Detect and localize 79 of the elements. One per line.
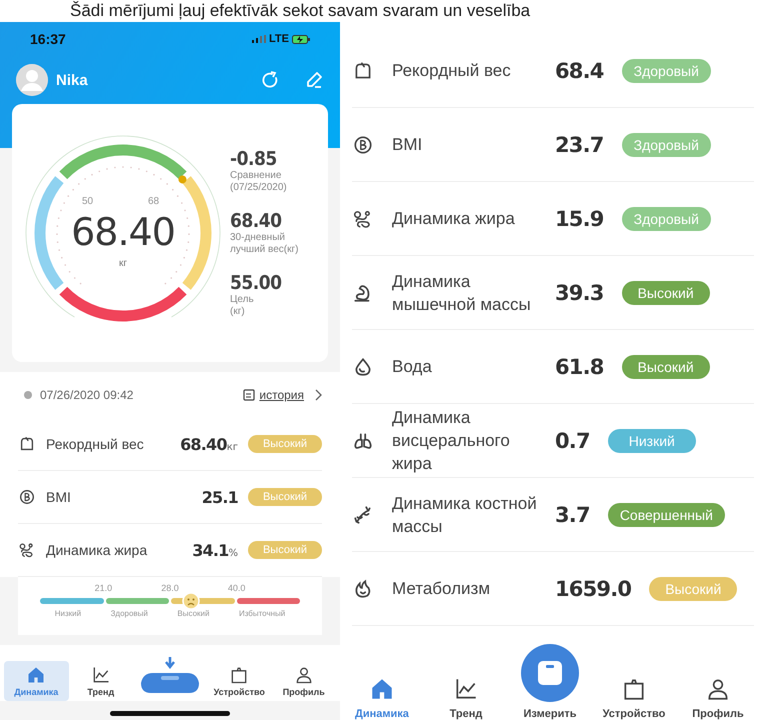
chevron-icon[interactable] [314, 389, 322, 401]
person-icon [294, 665, 314, 685]
caption-text: Šādi mērījumi ļauj efektīvāk sekot savam svaram un veselība [69, 0, 532, 22]
status-badge: Здоровый [622, 132, 711, 156]
metric-value: 68.4 [555, 58, 604, 82]
nav-tab[interactable]: Тренд [68, 661, 133, 701]
status-badge: Здоровый [622, 206, 711, 230]
nav-tab[interactable]: Устройство [592, 676, 676, 720]
status-time: 16:37 [30, 31, 66, 47]
stat-value: 68.40 [230, 210, 283, 232]
range-label: Избыточный [238, 609, 286, 618]
stat-label: Сравнение (07/25/2020) [230, 170, 288, 194]
weight-unit: кг [118, 258, 128, 269]
status-badge: Высокий [248, 488, 322, 506]
metric-value: 34.1% [192, 540, 238, 560]
status-badge: Высокий [622, 280, 710, 304]
stat-label: Цель (кг) [230, 294, 255, 318]
range-tick: 21.0 [94, 583, 112, 593]
status-badge: Низкий [608, 428, 696, 452]
metric-value: 68.40кг [180, 434, 238, 454]
status-badge: Высокий [248, 435, 322, 453]
metric-name: BMI [46, 489, 72, 505]
range-label: Высокий [177, 609, 210, 618]
clock-icon [24, 391, 32, 399]
weight-icon [18, 435, 36, 453]
metric-value: 15.9 [555, 206, 604, 230]
scale-label: 68 [148, 196, 160, 207]
metric-value: 25.1 [202, 488, 238, 506]
signal-icon [252, 35, 266, 43]
metric-name: BMI [392, 134, 424, 156]
metric-value: 61.8 [555, 354, 604, 378]
metric-value: 39.3 [555, 280, 604, 304]
nav-tab[interactable]: Динамика [340, 676, 424, 720]
edit-icon[interactable] [304, 70, 324, 90]
metric-name: Динамика висцерального жира [392, 407, 511, 475]
refresh-icon[interactable] [260, 70, 280, 90]
metric-name: Динамика мышечной массы [392, 270, 532, 316]
metric-name: Метаболизм [392, 578, 492, 600]
nav-tab[interactable]: Профиль [272, 661, 336, 701]
metric-name: Вода [392, 356, 433, 378]
home-icon [26, 665, 46, 685]
metric-name: Рекордный вес [392, 60, 512, 82]
chart-icon [90, 665, 111, 685]
metric-value: 23.7 [555, 132, 604, 156]
status-badge: Высокий [649, 576, 738, 600]
network-label: LTE [269, 33, 289, 45]
measure-tab[interactable]: Измерить [508, 644, 592, 720]
stat-value: 55.00 [230, 272, 283, 294]
range-tick: 28.0 [161, 583, 179, 593]
nav-tab[interactable]: Профиль [676, 676, 760, 720]
status-badge: Совершенный [608, 502, 725, 526]
range-tick: 40.0 [228, 583, 246, 593]
bag-icon [229, 665, 250, 685]
weight-value: 68.40 [70, 210, 176, 254]
measurement-time: 07/26/2020 09:42 [40, 388, 134, 402]
metric-name: Динамика жира [46, 542, 148, 558]
metric-name: Динамика костной массы [392, 492, 537, 538]
stat-label: 30-дневный лучший вес(кг) [230, 232, 298, 256]
range-label: Низкий [54, 609, 82, 618]
scale-label: 50 [82, 196, 94, 207]
range-label: Здоровый [110, 609, 148, 618]
bmi-icon [18, 488, 36, 506]
metric-value: 3.7 [555, 502, 590, 526]
stat-value: -0.85 [230, 148, 278, 170]
status-badge: Высокий [622, 354, 710, 378]
nav-tab[interactable]: Устройство [207, 661, 272, 701]
status-badge: Высокий [248, 541, 322, 559]
metric-name: Динамика жира [392, 208, 516, 230]
battery-icon [292, 34, 310, 44]
user-name: Nika [56, 72, 89, 88]
bmi-icon [352, 134, 374, 156]
metric-value: 0.7 [555, 428, 590, 452]
status-badge: Здоровый [622, 58, 711, 82]
nav-tab[interactable]: Тренд [424, 676, 508, 720]
metric-name: Рекордный вес [46, 436, 145, 452]
list-icon [243, 389, 256, 401]
avatar-icon[interactable] [16, 64, 48, 96]
metric-value: 1659.0 [555, 576, 632, 600]
history-link[interactable]: история [259, 388, 304, 402]
